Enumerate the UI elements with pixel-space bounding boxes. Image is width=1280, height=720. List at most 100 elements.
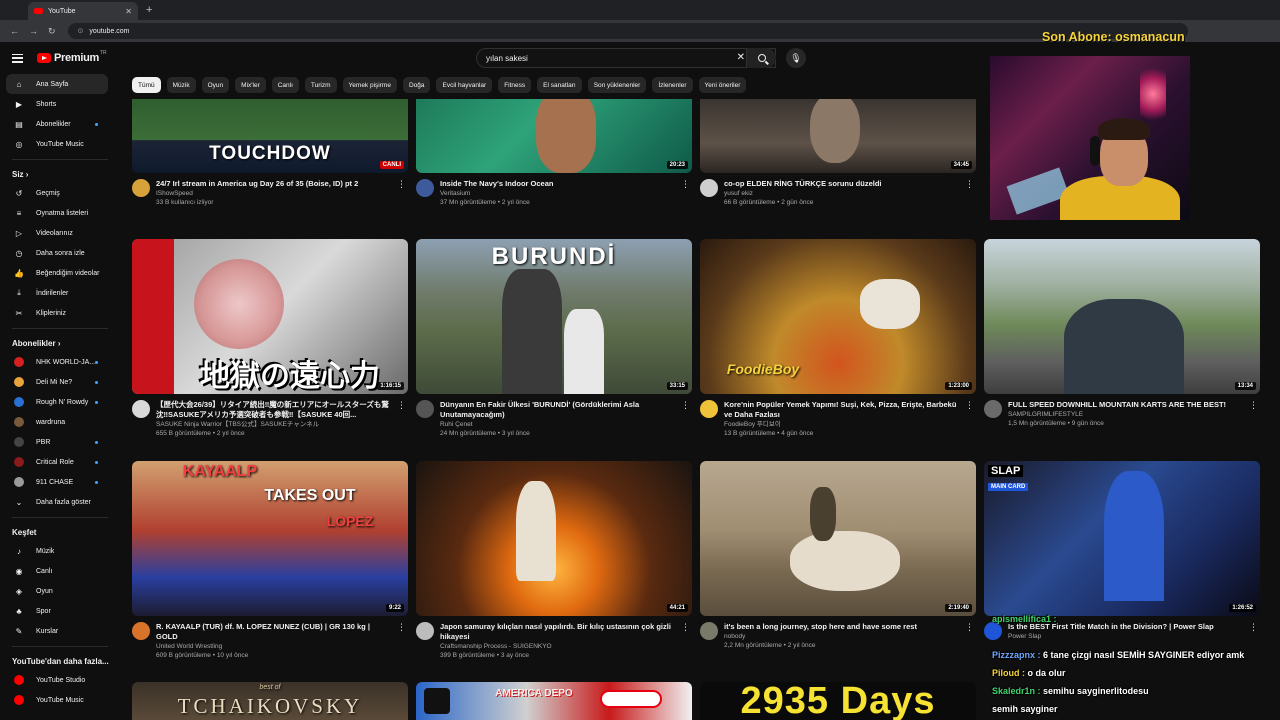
sidebar-item-wardruna[interactable]: wardruna	[6, 412, 108, 432]
sidebar-item-nhk-world-ja[interactable]: NHK WORLD-JA...	[6, 352, 108, 372]
more-options-icon[interactable]: ⋮	[965, 179, 974, 190]
reload-icon[interactable]: ↻	[48, 26, 56, 37]
channel-name[interactable]: SASUKE Ninja Warrior【TBS公式】SASUKEチャンネル	[156, 420, 392, 429]
video-title[interactable]: co-op ELDEN RİNG TÜRKÇE sorunu düzeldi	[724, 179, 960, 189]
video-card[interactable]: KAYAALP TAKES OUT LOPEZ 9:22 R. KAYAALP …	[132, 461, 408, 660]
video-thumbnail[interactable]: FoodieBoy 1:23:00	[700, 239, 976, 394]
chip-9[interactable]: Fitness	[498, 77, 532, 93]
channel-name[interactable]: SAMPILGRIMLIFESTYLE	[1008, 410, 1244, 419]
chip-6[interactable]: Yemek pişirme	[342, 77, 397, 93]
chip-7[interactable]: Doğa	[402, 77, 431, 93]
more-options-icon[interactable]: ⋮	[681, 179, 690, 190]
video-thumbnail[interactable]: 20:23	[416, 99, 692, 173]
url-field[interactable]: ⊙ youtube.com	[67, 23, 1188, 39]
sidebar-item-pbr[interactable]: PBR	[6, 432, 108, 452]
youtube-logo[interactable]: Premium TR	[37, 50, 107, 64]
video-thumbnail[interactable]: 13:34	[984, 239, 1260, 394]
sidebar-item-be-endi-im-videolar[interactable]: 👍 Beğendiğim videolar	[6, 263, 108, 283]
sidebar-item-videolar-n-z[interactable]: ▷ Videolarınız	[6, 223, 108, 243]
channel-avatar[interactable]	[132, 179, 150, 197]
back-icon[interactable]: ←	[10, 26, 19, 36]
video-title[interactable]: 24/7 Irl stream in America ug Day 26 of …	[156, 179, 392, 189]
video-card[interactable]: 地獄の遠心力 1:16:15 【歴代大会26/39】リタイア続出‼魔の新エリアに…	[132, 239, 408, 438]
video-thumbnail[interactable]: SLAP MAIN CARD 1:26:52	[984, 461, 1260, 616]
video-thumbnail[interactable]: 44:21	[416, 461, 692, 616]
browser-tab[interactable]: YouTube ✕	[28, 2, 138, 20]
forward-icon[interactable]: →	[29, 26, 38, 36]
sidebar-item-ana-sayfa[interactable]: ⌂ Ana Sayfa	[6, 74, 108, 94]
sidebar-item-m-zik[interactable]: ♪ Müzik	[6, 541, 108, 561]
video-title[interactable]: Japon samuray kılıçları nasıl yapılırdı.…	[440, 622, 676, 642]
search-input[interactable]: yılan sakesi ✕	[476, 48, 776, 68]
more-options-icon[interactable]: ⋮	[397, 400, 406, 411]
video-thumbnail[interactable]: KAYAALP TAKES OUT LOPEZ 9:22	[132, 461, 408, 616]
sidebar-item-ge-mi[interactable]: ↺ Geçmiş	[6, 183, 108, 203]
more-options-icon[interactable]: ⋮	[1249, 400, 1258, 411]
chip-0[interactable]: Tümü	[132, 77, 161, 93]
more-options-icon[interactable]: ⋮	[965, 622, 974, 633]
chip-11[interactable]: Son yüklenenler	[587, 77, 647, 93]
video-thumbnail[interactable]: best of TCHAIKOVSKY	[132, 682, 408, 720]
video-card[interactable]: 2:19:40 it's been a long journey, stop h…	[700, 461, 976, 650]
channel-avatar[interactable]	[700, 179, 718, 197]
video-title[interactable]: FULL SPEED DOWNHILL MOUNTAIN KARTS ARE T…	[1008, 400, 1244, 410]
more-options-icon[interactable]: ⋮	[681, 622, 690, 633]
video-thumbnail[interactable]: TOUCHDOW CANLI	[132, 99, 408, 173]
sidebar-item-oyun[interactable]: ◈ Oyun	[6, 581, 108, 601]
chip-5[interactable]: Turizm	[304, 77, 337, 93]
sidebar-subs-heading[interactable]: Abonelikler ›	[12, 334, 120, 352]
more-options-icon[interactable]: ⋮	[397, 179, 406, 190]
video-card[interactable]: FoodieBoy 1:23:00 Kore'nin Popüler Yemek…	[700, 239, 976, 438]
channel-avatar[interactable]	[984, 622, 1002, 640]
video-title[interactable]: R. KAYAALP (TUR) df. M. LOPEZ NUNEZ (CUB…	[156, 622, 392, 642]
sidebar-item-i-ndirilenler[interactable]: ⤓ İndirilenler	[6, 283, 108, 303]
more-options-icon[interactable]: ⋮	[397, 622, 406, 633]
channel-avatar[interactable]	[416, 622, 434, 640]
channel-name[interactable]: yusuf ekiz	[724, 189, 960, 198]
chip-2[interactable]: Oyun	[201, 77, 230, 93]
video-card[interactable]: 13:34 FULL SPEED DOWNHILL MOUNTAIN KARTS…	[984, 239, 1260, 428]
video-card[interactable]: 2935 Days	[700, 682, 976, 720]
close-tab-icon[interactable]: ✕	[125, 7, 132, 16]
channel-avatar[interactable]	[416, 179, 434, 197]
video-card[interactable]: BURUNDİ 33:15 Dünyanın En Fakir Ülkesi '…	[416, 239, 692, 438]
chip-12[interactable]: İzlenenler	[652, 77, 693, 93]
sidebar-item-youtube-music[interactable]: ◎ YouTube Music	[6, 134, 108, 154]
sidebar-item-deli-mi-ne[interactable]: Deli Mi Ne?	[6, 372, 108, 392]
video-card[interactable]: TOUCHDOW CANLI 24/7 Irl stream in Americ…	[132, 99, 408, 207]
video-card[interactable]: 20:23 Inside The Navy's Indoor Ocean Ver…	[416, 99, 692, 207]
channel-name[interactable]: Power Slap	[1008, 632, 1244, 641]
video-card[interactable]: best of TCHAIKOVSKY	[132, 682, 408, 720]
channel-name[interactable]: Veritasium	[440, 189, 676, 198]
channel-name[interactable]: Craftsmanship Process - SUIGENKYO	[440, 642, 676, 651]
chip-4[interactable]: Canlı	[271, 77, 299, 93]
voice-search-icon[interactable]: 🎙	[786, 48, 806, 68]
channel-name[interactable]: Ruhi Çenet	[440, 420, 676, 429]
sidebar-item-klipleriniz[interactable]: ✂ Klipleriniz	[6, 303, 108, 323]
sidebar-item-critical-role[interactable]: Critical Role	[6, 452, 108, 472]
hamburger-menu-icon[interactable]	[12, 53, 23, 63]
sidebar-item-youtube-music[interactable]: YouTube Music	[6, 690, 108, 710]
channel-avatar[interactable]	[132, 622, 150, 640]
video-title[interactable]: Kore'nin Popüler Yemek Yapımı! Suşi, Kek…	[724, 400, 960, 420]
video-title[interactable]: Inside The Navy's Indoor Ocean	[440, 179, 676, 189]
sidebar-item-911-chase[interactable]: 911 CHASE	[6, 472, 108, 492]
sidebar-item-shorts[interactable]: ▶ Shorts	[6, 94, 108, 114]
chip-1[interactable]: Müzik	[166, 77, 196, 93]
sidebar-item-canl[interactable]: ◉ Canlı	[6, 561, 108, 581]
more-options-icon[interactable]: ⋮	[681, 400, 690, 411]
sidebar-item-youtube-studio[interactable]: YouTube Studio	[6, 670, 108, 690]
video-card[interactable]: 44:21 Japon samuray kılıçları nasıl yapı…	[416, 461, 692, 660]
sidebar-item-oynatma-listeleri[interactable]: ≡ Oynatma listeleri	[6, 203, 108, 223]
channel-name[interactable]: nobody	[724, 632, 960, 641]
chip-3[interactable]: Mix'ler	[235, 77, 266, 93]
sidebar-item-kurslar[interactable]: ✎ Kurslar	[6, 621, 108, 641]
new-tab-icon[interactable]: +	[146, 4, 152, 16]
video-card[interactable]: 34:45 co-op ELDEN RİNG TÜRKÇE sorunu düz…	[700, 99, 976, 207]
search-button[interactable]	[746, 48, 776, 68]
channel-avatar[interactable]	[700, 400, 718, 418]
channel-avatar[interactable]	[984, 400, 1002, 418]
channel-avatar[interactable]	[416, 400, 434, 418]
channel-name[interactable]: FoodieBoy 푸디보이	[724, 420, 960, 429]
site-info-icon[interactable]: ⊙	[78, 27, 84, 35]
